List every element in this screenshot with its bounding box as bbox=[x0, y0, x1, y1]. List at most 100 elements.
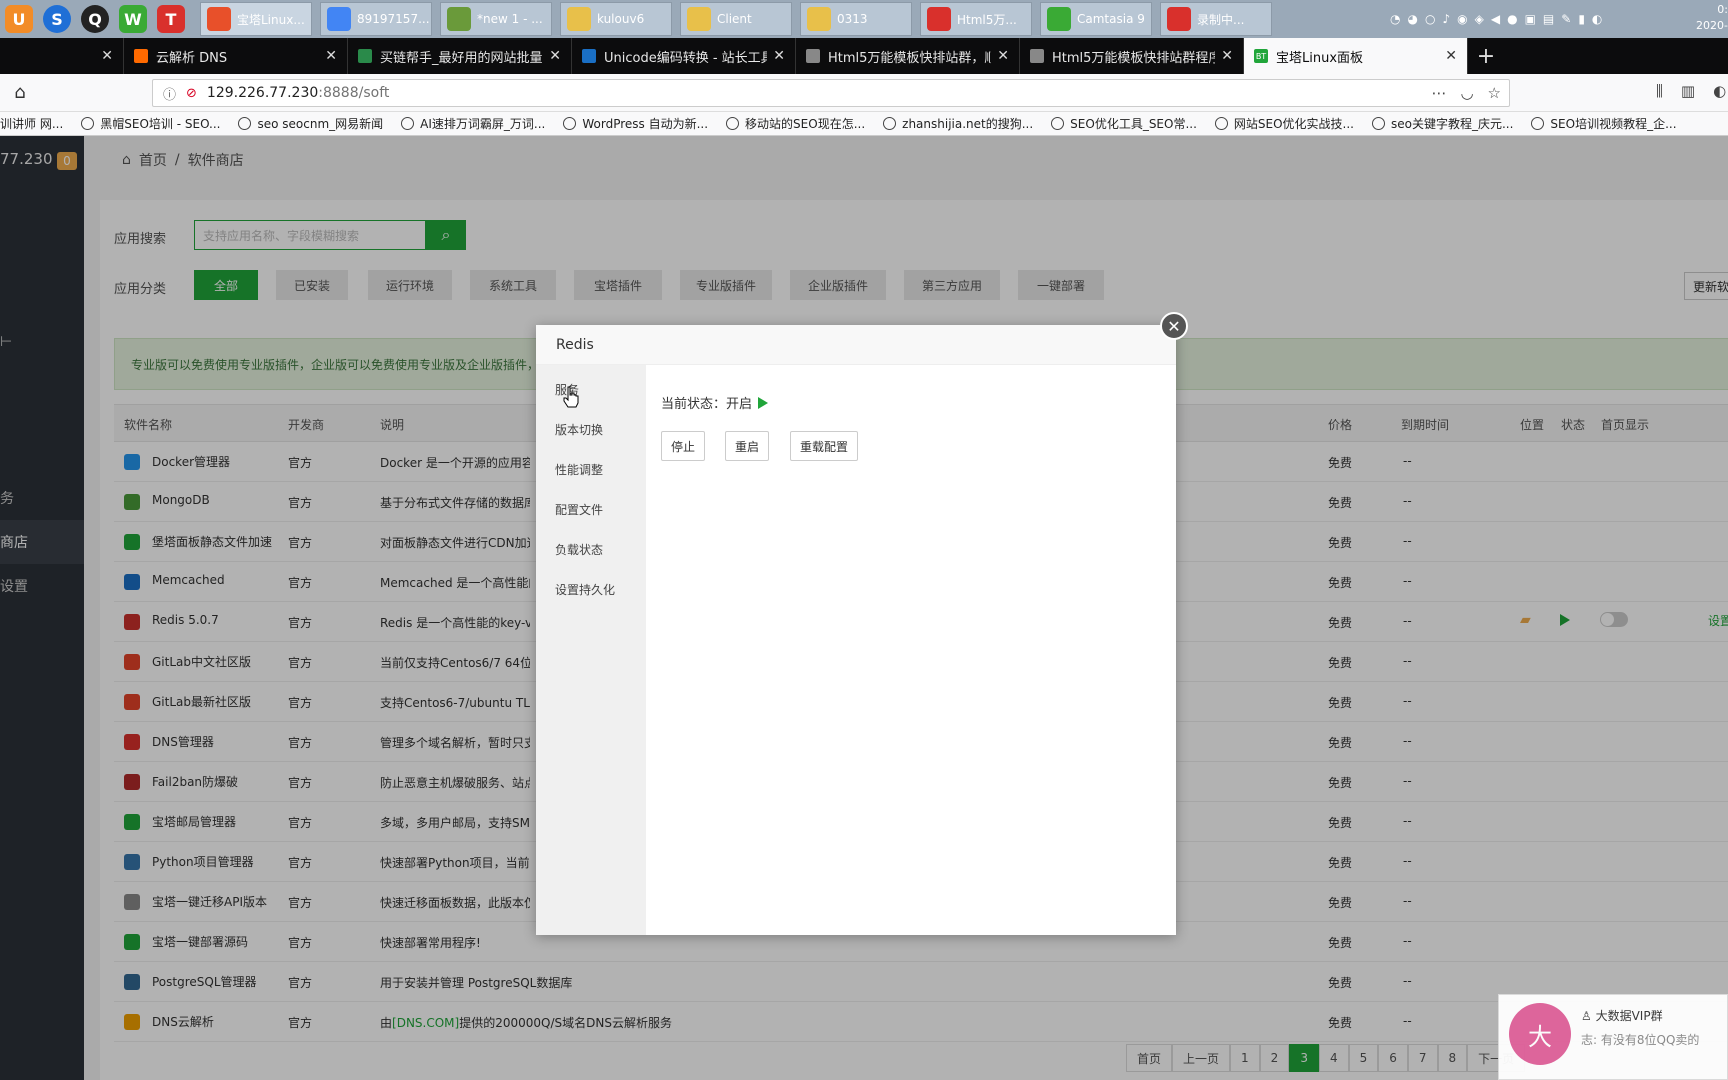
taskbar-window-label: 0313 bbox=[837, 12, 868, 26]
speaker-icon[interactable]: ◀ bbox=[1491, 12, 1500, 26]
bookmark-label: 训讲师 网... bbox=[0, 117, 64, 131]
taskbar-window-button[interactable]: Html5万... bbox=[920, 2, 1032, 36]
sogou-icon[interactable]: S bbox=[38, 0, 76, 38]
globe-icon bbox=[883, 117, 897, 130]
modal-menu-item[interactable]: 性能调整 bbox=[555, 461, 603, 478]
browser-tab[interactable]: BT 宝塔Linux面板 ✕ bbox=[1244, 38, 1468, 74]
taskbar-window-button[interactable]: *new 1 - ... bbox=[440, 2, 552, 36]
taskbar-window-button[interactable]: Client bbox=[680, 2, 792, 36]
tray-icon[interactable]: ◕ bbox=[1407, 12, 1417, 26]
wrench-icon[interactable]: ✎ bbox=[1561, 12, 1571, 26]
tray-icon[interactable]: ○ bbox=[1425, 12, 1435, 26]
tab-close-icon[interactable]: ✕ bbox=[1445, 48, 1457, 64]
notification-title: ♙ 大数据VIP群 bbox=[1581, 1009, 1663, 1023]
home-icon[interactable]: ⌂ bbox=[0, 82, 40, 103]
browser-tab[interactable]: Unicode编码转换 - 站长工具 ✕ bbox=[572, 38, 796, 74]
globe-icon bbox=[1531, 117, 1545, 130]
clock[interactable]: 0: 2020- bbox=[1688, 2, 1728, 34]
tab-close-icon[interactable]: ✕ bbox=[997, 48, 1009, 64]
globe-icon bbox=[401, 117, 415, 130]
taskbar-window-button[interactable]: 0313 bbox=[800, 2, 912, 36]
bookmark-item[interactable]: SEO优化工具_SEO常... bbox=[1051, 115, 1197, 132]
library-icon[interactable]: ⫼ bbox=[1656, 82, 1663, 100]
taskbar-window-button[interactable]: Camtasia 9 bbox=[1040, 2, 1152, 36]
taskbar-window-button[interactable]: kulouv6 bbox=[560, 2, 672, 36]
browser-tab[interactable]: Html5万能模板快排站群，顺 ✕ bbox=[796, 38, 1020, 74]
tab-close-icon[interactable]: ✕ bbox=[325, 48, 337, 64]
pocket-icon[interactable]: ◡ bbox=[1460, 84, 1473, 102]
tray-icon[interactable]: ● bbox=[1507, 12, 1517, 26]
tray-icon[interactable]: ◐ bbox=[1592, 12, 1602, 26]
qq-icon[interactable]: Q bbox=[76, 0, 114, 38]
tray-icon[interactable]: ▣ bbox=[1525, 12, 1536, 26]
globe-icon bbox=[563, 117, 577, 130]
group-icon: ♙ bbox=[1581, 1009, 1596, 1023]
bookmark-star-icon[interactable]: ☆ bbox=[1488, 84, 1501, 102]
address-bar[interactable]: ⓘ ⊘ 129.226.77.230:8888/soft ⋯ ◡ ☆ bbox=[152, 79, 1510, 107]
bookmark-item[interactable]: 黑帽SEO培训 - SEO... bbox=[81, 115, 220, 132]
chat-notification[interactable]: 大 ♙ 大数据VIP群 志: 有没有8位QQ卖的 bbox=[1498, 994, 1728, 1080]
app-icon bbox=[447, 7, 471, 31]
bookmark-item[interactable]: 网站SEO优化实战技... bbox=[1214, 115, 1354, 132]
taskbar-window-button[interactable]: 录制中... bbox=[1160, 2, 1272, 36]
stop-button[interactable]: 停止 bbox=[661, 431, 705, 461]
favicon-icon bbox=[582, 49, 596, 63]
favicon-icon bbox=[134, 49, 148, 63]
network-icon[interactable]: ▮ bbox=[1578, 12, 1585, 26]
tab-close-icon[interactable]: ✕ bbox=[549, 48, 561, 64]
taskbar-window-label: 89197157... bbox=[357, 12, 430, 26]
bookmark-label: 黑帽SEO培训 - SEO... bbox=[100, 117, 221, 131]
app-icon bbox=[1047, 7, 1071, 31]
new-tab-button[interactable]: + bbox=[1468, 38, 1504, 74]
insecure-lock-icon[interactable]: ⊘ bbox=[186, 86, 197, 101]
tab-close-icon[interactable]: ✕ bbox=[101, 48, 113, 64]
bookmark-item[interactable]: 训讲师 网... bbox=[0, 115, 63, 132]
bookmark-item[interactable]: seo seocnm_网易新闻 bbox=[238, 115, 383, 132]
windows-taskbar: U S Q W T 宝塔Linux... 89197157... *new 1 - … bbox=[0, 0, 1728, 38]
shield-icon[interactable]: ◈ bbox=[1475, 12, 1484, 26]
train-icon[interactable]: T bbox=[152, 0, 190, 38]
bookmark-label: seo seocnm_网易新闻 bbox=[257, 117, 384, 131]
modal-menu-item[interactable]: 配置文件 bbox=[555, 501, 603, 518]
bookmark-item[interactable]: WordPress 自动为新... bbox=[563, 115, 708, 132]
bookmark-item[interactable]: SEO培训视频教程_企... bbox=[1531, 115, 1677, 132]
taskbar-window-button[interactable]: 宝塔Linux... bbox=[200, 2, 312, 36]
profile-icon[interactable]: ◐ bbox=[1713, 82, 1726, 100]
close-icon[interactable]: ✕ bbox=[1160, 312, 1188, 340]
modal-menu-item[interactable]: 负载状态 bbox=[555, 541, 603, 558]
tab-title: 买链帮手_最好用的网站批量查 bbox=[380, 50, 544, 66]
browser-tab[interactable]: ✕ bbox=[0, 38, 124, 74]
bookmark-item[interactable]: seo关键字教程_庆元... bbox=[1372, 115, 1513, 132]
taskbar-window-button[interactable]: 89197157... bbox=[320, 2, 432, 36]
bookmark-label: seo关键字教程_庆元... bbox=[1391, 117, 1514, 131]
tab-close-icon[interactable]: ✕ bbox=[1221, 48, 1233, 64]
hand-cursor-icon bbox=[563, 386, 579, 408]
bookmark-item[interactable]: AI速排万词霸屏_万词... bbox=[401, 115, 545, 132]
wechat-tray-icon[interactable]: ◉ bbox=[1457, 12, 1467, 26]
more-actions-icon[interactable]: ⋯ bbox=[1431, 84, 1446, 102]
tray-icon[interactable]: ◔ bbox=[1390, 12, 1400, 26]
redis-modal: Redis 服务 版本切换 性能调整 配置文件 负载状态 设置持久化 当前状态：开启 停止… bbox=[536, 325, 1176, 935]
modal-menu-item[interactable]: 设置持久化 bbox=[555, 581, 615, 598]
bookmark-item[interactable]: 移动站的SEO现在怎... bbox=[726, 115, 865, 132]
uc-browser-icon[interactable]: U bbox=[0, 0, 38, 38]
info-icon[interactable]: ⓘ bbox=[163, 84, 176, 103]
browser-tab[interactable]: Html5万能模板快排站群程序 ✕ bbox=[1020, 38, 1244, 74]
reload-config-button[interactable]: 重载配置 bbox=[790, 431, 858, 461]
tab-close-icon[interactable]: ✕ bbox=[773, 48, 785, 64]
restart-button[interactable]: 重启 bbox=[725, 431, 769, 461]
wechat-icon[interactable]: W bbox=[114, 0, 152, 38]
browser-tab[interactable]: 云解析 DNS ✕ bbox=[124, 38, 348, 74]
bookmark-label: SEO培训视频教程_企... bbox=[1550, 117, 1677, 131]
tab-title: 宝塔Linux面板 bbox=[1276, 50, 1364, 66]
avatar: 大 bbox=[1509, 1003, 1571, 1065]
modal-menu-item[interactable]: 版本切换 bbox=[555, 421, 603, 438]
sidebar-icon[interactable]: ▥ bbox=[1681, 82, 1695, 100]
bookmark-item[interactable]: zhanshijia.net的搜狗... bbox=[883, 115, 1033, 132]
tray-icon[interactable]: ▤ bbox=[1543, 12, 1554, 26]
url-text[interactable]: 129.226.77.230:8888/soft bbox=[207, 85, 389, 101]
browser-tab[interactable]: 买链帮手_最好用的网站批量查 ✕ bbox=[348, 38, 572, 74]
volume-icon[interactable]: ♪ bbox=[1442, 12, 1450, 26]
modal-menu: 服务 版本切换 性能调整 配置文件 负载状态 设置持久化 bbox=[536, 365, 646, 935]
modal-title: Redis bbox=[536, 325, 1176, 365]
